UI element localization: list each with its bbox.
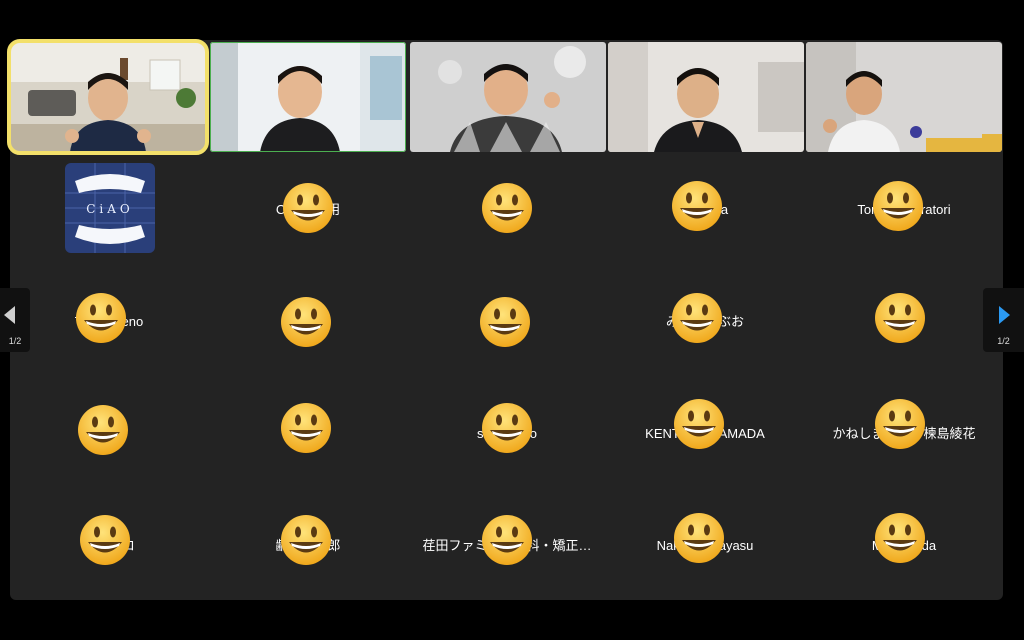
participant-video — [10, 42, 206, 152]
participant-tile[interactable]: T eno — [10, 265, 208, 376]
chevron-right-icon — [999, 306, 1010, 324]
participant-tile[interactable] — [805, 265, 1003, 376]
video-strip — [7, 39, 1003, 155]
participant-tile[interactable]: Nak ayasu — [606, 489, 804, 600]
smiley-face-icon — [279, 295, 333, 349]
smiley-face-icon — [672, 397, 726, 451]
smiley-face-icon — [279, 513, 333, 567]
smiley-face-icon — [74, 291, 128, 345]
previous-page-button[interactable]: 1/2 — [0, 288, 30, 352]
smiley-face-icon — [279, 401, 333, 455]
smiley-face-icon — [480, 513, 534, 567]
participant-tile[interactable] — [408, 153, 606, 264]
video-tile[interactable] — [410, 42, 606, 152]
video-tile[interactable] — [806, 42, 1002, 152]
smiley-face-icon — [670, 179, 724, 233]
participant-tile[interactable]: 齢 郎 — [209, 489, 407, 600]
smiley-face-icon — [478, 295, 532, 349]
participant-grid: CiAO Ci 用 aTom ratori T eno み ぶおsa oKENT AM… — [10, 153, 1003, 600]
participant-tile[interactable] — [209, 265, 407, 376]
participant-video — [806, 42, 1002, 152]
smiley-face-icon — [873, 397, 927, 451]
smiley-face-icon — [480, 181, 534, 235]
smiley-face-icon — [871, 179, 925, 233]
smiley-face-icon — [76, 403, 130, 457]
participant-video — [210, 42, 406, 152]
teeth-logo-icon: CiAO — [65, 163, 155, 253]
participant-tile[interactable]: かねしま 楝島綾花 — [805, 377, 1003, 488]
participant-tile[interactable]: a — [606, 153, 804, 264]
participant-tile[interactable]: Ci 用 — [209, 153, 407, 264]
participant-tile[interactable] — [209, 377, 407, 488]
participant-tile[interactable]: CiAO — [10, 153, 208, 264]
participant-tile[interactable]: コ — [10, 489, 208, 600]
participant-tile[interactable] — [408, 265, 606, 376]
participant-tile[interactable]: Tom ratori — [805, 153, 1003, 264]
participant-tile[interactable] — [10, 377, 208, 488]
video-tile[interactable] — [608, 42, 804, 152]
smiley-face-icon — [873, 291, 927, 345]
video-tile-active-speaker[interactable] — [7, 39, 209, 155]
participant-tile[interactable]: 荏田ファミ 科・矯正… — [408, 489, 606, 600]
page-indicator: 1/2 — [8, 336, 22, 346]
smiley-face-icon — [78, 513, 132, 567]
chevron-left-icon — [4, 306, 15, 324]
next-page-button[interactable]: 1/2 — [983, 288, 1024, 352]
participant-tile[interactable]: M da — [805, 489, 1003, 600]
participant-tile[interactable]: sa o — [408, 377, 606, 488]
participant-video — [410, 42, 606, 152]
smiley-face-icon — [670, 291, 724, 345]
smiley-face-icon — [480, 401, 534, 455]
gallery-panel: CiAO Ci 用 aTom ratori T eno み ぶおsa oKENT AM… — [7, 39, 1003, 600]
video-tile-pinned[interactable] — [210, 42, 406, 152]
smiley-face-icon — [873, 511, 927, 565]
svg-text:CiAO: CiAO — [86, 202, 134, 216]
smiley-face-icon — [672, 511, 726, 565]
page-indicator: 1/2 — [997, 336, 1010, 346]
participant-video — [608, 42, 804, 152]
participant-tile[interactable]: KENT AMADA — [606, 377, 804, 488]
participant-tile[interactable]: み ぶお — [606, 265, 804, 376]
smiley-face-icon — [281, 181, 335, 235]
participant-avatar: CiAO — [65, 163, 155, 253]
